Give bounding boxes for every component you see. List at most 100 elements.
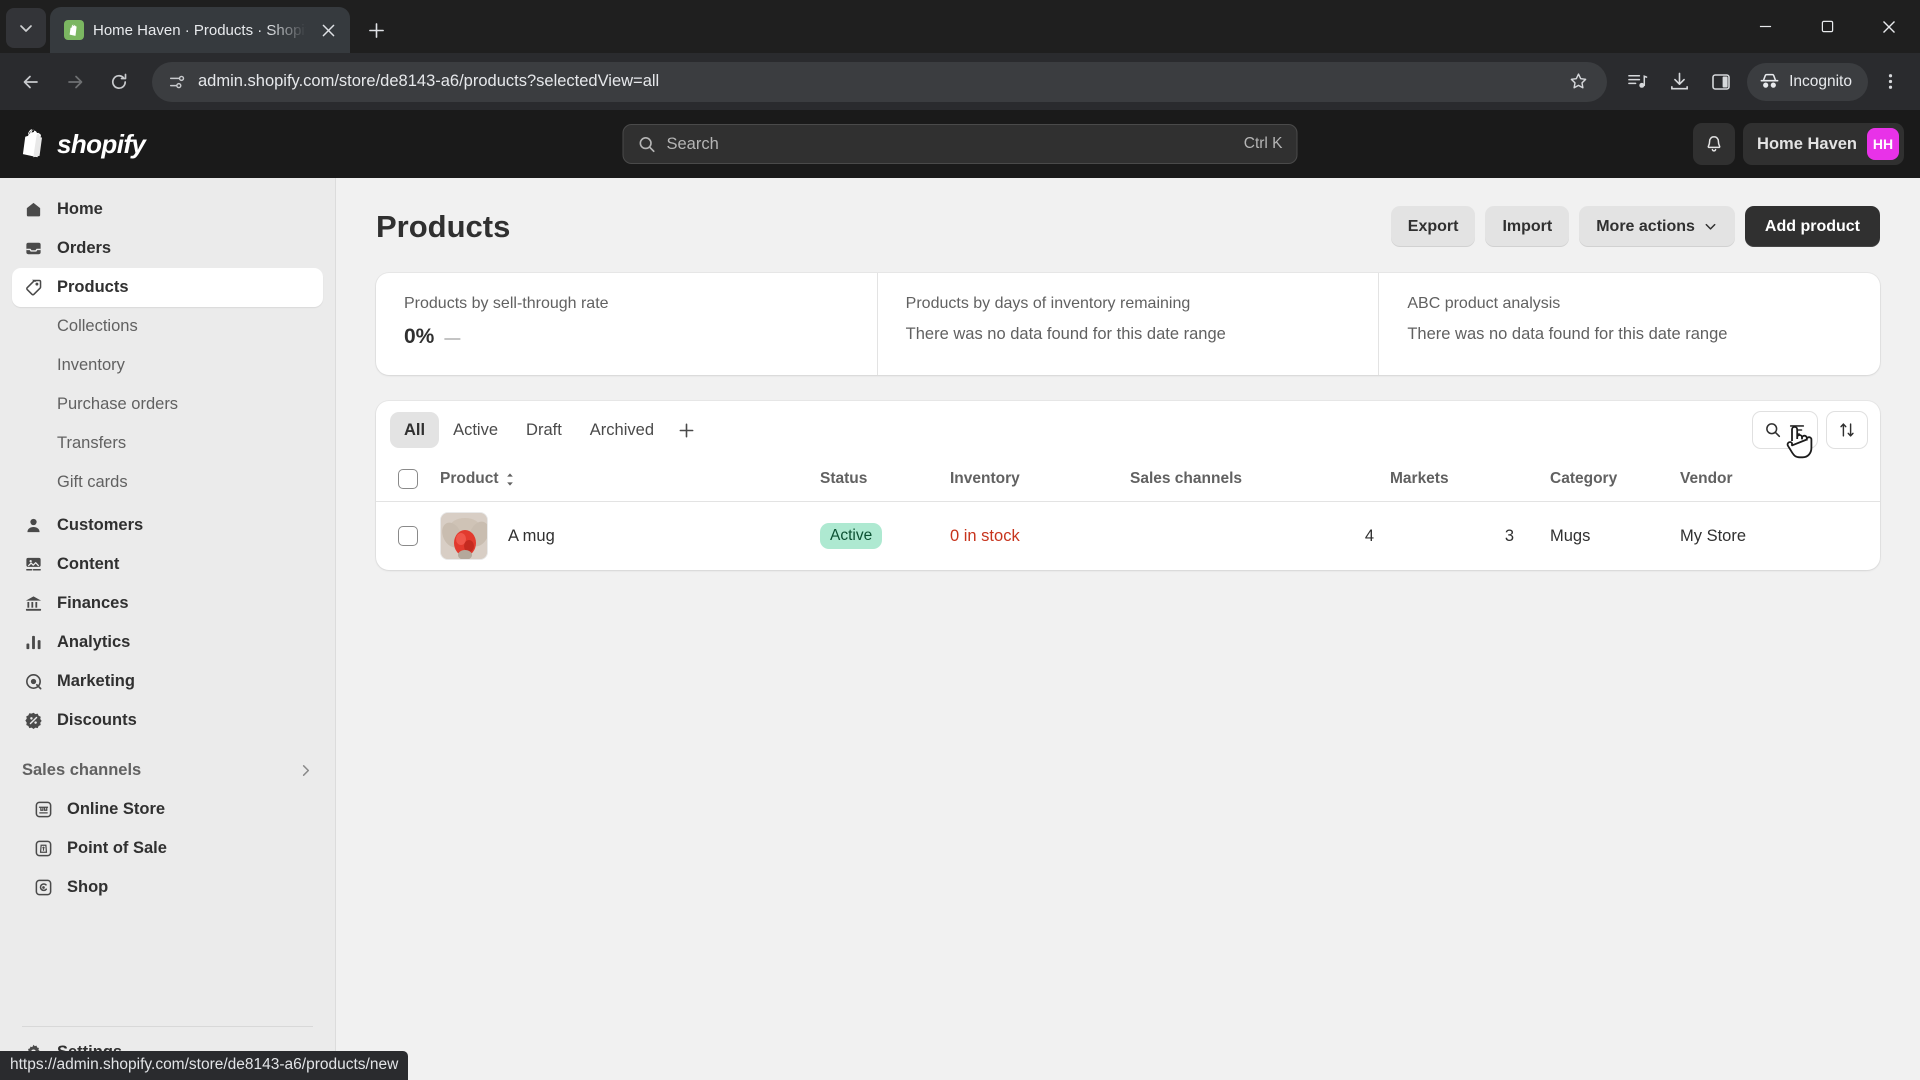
sidebar-item-purchase-orders[interactable]: Purchase orders [12,385,323,424]
cell-product: A mug [432,502,812,571]
sidebar-divider [22,1026,313,1027]
new-tab-button[interactable] [358,12,394,48]
sidebar-item-customers[interactable]: Customers [12,506,323,545]
sidebar-item-collections[interactable]: Collections [12,307,323,346]
close-icon[interactable] [315,17,341,43]
sidebar-item-gift-cards[interactable]: Gift cards [12,463,323,502]
search-icon [638,135,657,154]
bar-chart-icon [22,632,44,654]
metric-abc-analysis[interactable]: ABC product analysis There was no data f… [1378,273,1880,375]
export-button[interactable]: Export [1390,206,1476,247]
side-panel-icon[interactable] [1701,62,1741,102]
home-icon [22,199,44,221]
more-actions-button[interactable]: More actions [1579,206,1735,247]
metric-trend: — [444,330,461,347]
tab-active[interactable]: Active [439,412,512,448]
sidebar-item-orders[interactable]: Orders [12,229,323,268]
tab-draft[interactable]: Draft [512,412,576,448]
shopify-admin: shopify Search Ctrl K Home Haven HH Home… [0,110,1920,1080]
sidebar-item-inventory[interactable]: Inventory [12,346,323,385]
close-window-icon[interactable] [1858,0,1920,53]
row-checkbox[interactable] [398,526,418,546]
page-actions: Export Import More actions Add product [1390,206,1880,247]
column-product[interactable]: Product [432,459,812,502]
sidebar-item-point-of-sale[interactable]: Point of Sale [12,829,323,868]
sidebar-item-analytics[interactable]: Analytics [12,623,323,662]
sidebar-item-online-store[interactable]: Online Store [12,790,323,829]
address-bar[interactable]: admin.shopify.com/store/de8143-a6/produc… [152,61,1608,102]
sidebar-item-home[interactable]: Home [12,190,323,229]
target-icon [22,671,44,693]
sidebar-item-marketing[interactable]: Marketing [12,662,323,701]
sidebar-item-discounts[interactable]: Discounts [12,701,323,740]
sales-channels-header[interactable]: Sales channels [12,750,323,790]
chevron-right-icon[interactable] [298,763,313,778]
product-name: A mug [508,526,555,545]
cell-inventory: 0 in stock [942,502,1122,571]
products-table-card: All Active Draft Archived Product Status… [376,401,1880,570]
back-icon[interactable] [10,61,52,103]
sidebar-item-products[interactable]: Products [12,268,323,307]
sidebar-item-label: Content [57,555,120,573]
filter-icon [1788,421,1806,439]
sidebar-item-transfers[interactable]: Transfers [12,424,323,463]
browser-tab[interactable]: Home Haven · Products · Shopif [50,7,350,53]
search-and-filter-button[interactable] [1752,411,1818,449]
sidebar-item-label: Online Store [67,800,166,818]
tag-icon [22,277,44,299]
sidebar-item-shop[interactable]: Shop [12,868,323,907]
page-header: Products Export Import More actions Add … [376,206,1880,247]
pos-icon [32,838,54,860]
store-account-button[interactable]: Home Haven HH [1743,123,1904,165]
forward-icon [54,61,96,103]
table-row[interactable]: A mug Active 0 in stock 4 3 Mugs My Stor… [376,502,1880,571]
view-tabs: All Active Draft Archived [376,401,1880,459]
sidebar-item-label: Orders [57,239,112,257]
downloads-icon[interactable] [1659,62,1699,102]
sidebar-subitem-label: Transfers [57,434,127,452]
sidebar-subitem-label: Purchase orders [57,395,179,413]
incognito-indicator[interactable]: Incognito [1747,62,1868,101]
notifications-button[interactable] [1693,123,1736,165]
import-button[interactable]: Import [1485,206,1570,247]
browser-menu-icon[interactable] [1870,62,1910,102]
metric-empty-state: There was no data found for this date ra… [1407,325,1728,343]
metric-value-group: 0% — [404,325,849,349]
shopify-bag-icon [20,128,48,160]
column-sales-channels: Sales channels [1122,459,1382,502]
link-status-bar: https://admin.shopify.com/store/de8143-a… [0,1051,409,1080]
sidebar-subitem-label: Gift cards [57,473,128,491]
metric-days-of-inventory[interactable]: Products by days of inventory remaining … [876,273,1379,375]
metric-sell-through-rate[interactable]: Products by sell-through rate 0% — [376,273,877,375]
add-view-button[interactable] [668,412,704,448]
add-product-button[interactable]: Add product [1744,206,1880,247]
bookmark-star-icon[interactable] [1563,67,1593,97]
maximize-icon[interactable] [1796,0,1858,53]
tab-all[interactable]: All [390,412,440,448]
media-controls-icon[interactable] [1617,62,1657,102]
global-search-input[interactable]: Search Ctrl K [622,124,1298,164]
table-header: Product Status Inventory Sales channels [376,459,1880,502]
select-all-checkbox[interactable] [398,469,418,489]
sales-channels-label: Sales channels [22,760,142,779]
sidebar-item-finances[interactable]: Finances [12,584,323,623]
metric-value: 0% [404,325,435,348]
site-settings-icon[interactable] [168,73,186,91]
bell-icon [1704,134,1724,154]
sort-button[interactable] [1826,411,1868,449]
column-category: Category [1522,459,1652,502]
shopify-logo[interactable]: shopify [16,128,146,160]
minimize-icon[interactable] [1734,0,1796,53]
metric-label: Products by days of inventory remaining [905,295,1191,312]
reload-icon[interactable] [98,61,140,103]
sidebar-item-content[interactable]: Content [12,545,323,584]
sidebar-item-label: Shop [67,878,109,896]
table-header-row: Product Status Inventory Sales channels [376,459,1880,502]
column-markets: Markets [1382,459,1522,502]
column-label: Product [440,470,499,487]
tab-archived[interactable]: Archived [576,412,668,448]
bank-icon [22,593,44,615]
store-name: Home Haven [1757,134,1857,153]
tab-search-button[interactable] [6,8,46,48]
column-inventory: Inventory [942,459,1122,502]
